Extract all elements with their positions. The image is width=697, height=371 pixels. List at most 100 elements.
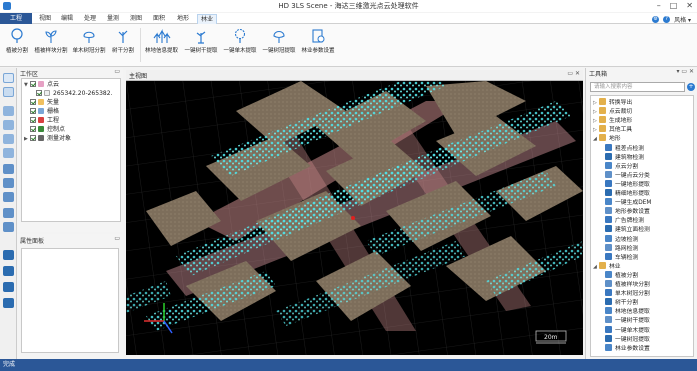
toolbox-item[interactable]: 林地信息提取 [605, 307, 650, 315]
zoom-fit-icon[interactable] [3, 208, 14, 218]
toolbox-item[interactable]: 路网检测 [605, 243, 638, 252]
view-back-icon[interactable] [3, 148, 14, 158]
toolbox-item[interactable]: 点云分割 [605, 161, 638, 170]
3d-viewport[interactable]: 20m [126, 81, 583, 355]
checkbox[interactable] [30, 135, 36, 141]
menu-area[interactable]: 面积 [150, 14, 168, 24]
ribbon-toolbar: 植被分割 植被样块分割 单木树冠分割 树干分割 林地信息提取 一键树干提取 一键… [0, 24, 697, 67]
tree-node-pointcloud-file[interactable]: 265342.20-265382. [36, 90, 112, 98]
toolbox-item[interactable]: 一键树冠提取 [605, 334, 650, 343]
toolbox-item[interactable]: ▷ 其他工具 [593, 125, 632, 133]
one-click-trunk-extract-button[interactable]: 一键树干提取 [182, 28, 220, 62]
close-icon[interactable]: ✕ [686, 1, 693, 10]
menu-process[interactable]: 处理 [81, 14, 99, 24]
toolbox-item-label: 一键点云分类 [615, 172, 650, 179]
checkbox[interactable] [30, 99, 36, 105]
maximize-icon[interactable]: □ [670, 1, 678, 10]
viewport-tab-bar: 主视图 ▭ ✕ [126, 70, 583, 81]
tree-node-measure-object[interactable]: ▶ 测量对象 [24, 135, 71, 143]
settings-icon[interactable]: ⚙ [652, 16, 660, 23]
pointer-tool-icon[interactable] [3, 87, 14, 97]
toolbox-item[interactable]: ▷ 点云裁切 [593, 107, 632, 115]
toolbox-item[interactable]: 一键地形提取 [605, 179, 650, 188]
tool-icon [599, 98, 606, 105]
toolbox-item[interactable]: 粗差点检测 [605, 143, 644, 152]
view-top-icon[interactable] [3, 106, 14, 116]
toolbox-item[interactable]: 单木树冠分割 [605, 289, 650, 297]
ribbon-label: 树干分割 [111, 48, 134, 54]
toolbox-item[interactable]: 植被样块分割 [605, 280, 650, 288]
viewport-tab-title[interactable]: 主视图 [129, 71, 147, 80]
tree-node-pointcloud[interactable]: ▼ 点云 [24, 81, 59, 89]
toolbox-item[interactable]: 车辆检测 [605, 252, 638, 261]
tree-node-raster[interactable]: 栅格 [24, 108, 59, 116]
forest-info-extract-button[interactable]: 林地信息提取 [143, 28, 180, 62]
pin-icon[interactable]: ▭ [114, 68, 120, 75]
toolbox-item[interactable]: 一键生成DEM [605, 198, 651, 206]
toolbox-item[interactable]: 一键树干提取 [605, 316, 650, 324]
checkbox[interactable] [30, 126, 36, 132]
draw-rect-icon[interactable] [3, 298, 14, 308]
draw-polygon-icon[interactable] [3, 266, 14, 276]
menu-forestry[interactable]: 林业 [197, 14, 218, 24]
status-text: 完成 [3, 361, 16, 368]
toolbox-item[interactable]: 边坡检测 [605, 234, 638, 243]
menu-view[interactable]: 视图 [36, 14, 54, 24]
one-click-single-tree-button[interactable]: 一键单木提取 [221, 28, 259, 62]
pan-icon[interactable] [3, 222, 14, 232]
toolbox-item[interactable]: 建筑物检测 [605, 152, 644, 161]
tree-node-control-point[interactable]: 控制点 [24, 126, 65, 134]
one-click-crown-extract-button[interactable]: 一键树冠提取 [260, 28, 298, 62]
toolbox-item[interactable]: 广告牌检测 [605, 216, 644, 224]
single-tree-crown-segment-button[interactable]: 单木树冠分割 [71, 28, 107, 62]
minimize-icon[interactable]: – [657, 1, 661, 10]
status-bar: 完成 [0, 359, 697, 371]
checkbox[interactable] [30, 81, 36, 87]
cube-right-icon[interactable] [3, 178, 14, 188]
toolbox-item[interactable]: 建筑立面检测 [605, 225, 650, 233]
toolbox-item[interactable]: ▷ 转换导出 [593, 98, 632, 106]
pin-icon[interactable]: ▾ ▭ ✕ [676, 68, 694, 75]
checkbox[interactable] [36, 90, 42, 96]
toolbox-item[interactable]: 一键点云分类 [605, 170, 650, 179]
vegetation-segment-button[interactable]: 植被分割 [2, 28, 32, 62]
vegetation-block-segment-button[interactable]: 植被样块分割 [33, 28, 69, 62]
crown-extract-icon [273, 30, 285, 43]
tool-icon [599, 261, 606, 269]
toolbox-search-input[interactable]: 请输入搜索内容 [590, 82, 685, 92]
trunk-segment-button[interactable]: 树干分割 [109, 28, 137, 62]
draw-line-icon[interactable] [3, 250, 14, 260]
toolbox-item[interactable]: ◢ 地形 [593, 134, 621, 142]
checkbox[interactable] [30, 117, 36, 123]
tree-node-vector[interactable]: 矢量 [24, 99, 59, 107]
menu-project[interactable]: 工程 [0, 13, 32, 24]
menu-edit[interactable]: 编辑 [58, 14, 76, 24]
view-front-icon[interactable] [3, 120, 14, 130]
toolbox-item-label: 地形参数设置 [615, 209, 650, 216]
toolbox-item[interactable]: 林业参数设置 [605, 343, 650, 352]
checkbox[interactable] [30, 108, 36, 114]
user-menu[interactable]: 风格 ▾ [674, 15, 691, 24]
toolbox-item[interactable]: 树干分割 [605, 298, 638, 306]
toolbox-item[interactable]: 地形参数设置 [605, 207, 650, 215]
draw-circle-icon[interactable] [3, 282, 14, 292]
cube-left-icon[interactable] [3, 164, 14, 174]
menu-measure[interactable]: 量测 [104, 14, 122, 24]
ribbon-label: 植被样块分割 [34, 48, 68, 54]
forestry-settings-button[interactable]: 林业参数设置 [299, 28, 337, 62]
toolbox-item[interactable]: 一键单木提取 [605, 325, 650, 334]
toolbox-item[interactable]: 植被分割 [605, 270, 638, 279]
view-side-icon[interactable] [3, 134, 14, 144]
menu-mapping[interactable]: 测图 [127, 14, 145, 24]
add-tool-icon[interactable]: + [687, 83, 695, 91]
help-icon[interactable]: ? [663, 16, 671, 23]
select-tool-icon[interactable] [3, 73, 14, 83]
menu-terrain[interactable]: 地形 [174, 14, 192, 24]
viewport-close-icon[interactable]: ▭ ✕ [567, 70, 580, 77]
toolbox-item[interactable]: ◢ 林业 [593, 261, 621, 270]
tree-node-project[interactable]: 工程 [24, 117, 59, 125]
toolbox-item[interactable]: 精细地形提取 [605, 189, 650, 197]
cube-bottom-icon[interactable] [3, 192, 14, 202]
toolbox-item[interactable]: ▷ 生成地形 [593, 116, 632, 124]
pin-icon[interactable]: ▭ [114, 235, 120, 242]
